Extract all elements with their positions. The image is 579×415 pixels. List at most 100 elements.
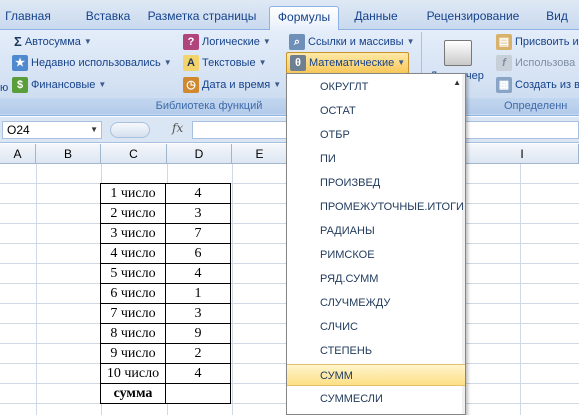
- assign-name-button[interactable]: ▤ Присвоить им: [496, 32, 579, 52]
- cell-label[interactable]: 7 число: [100, 303, 166, 324]
- menu-item-subtotal[interactable]: ПРОМЕЖУТОЧНЫЕ.ИТОГИ: [287, 196, 465, 218]
- name-box-value: O24: [7, 123, 30, 137]
- cell-label[interactable]: 3 число: [100, 223, 166, 244]
- logical-label: Логические: [202, 36, 260, 48]
- tab-review[interactable]: Рецензирование: [422, 6, 524, 30]
- use-in-formula-button[interactable]: f Использова: [496, 53, 575, 73]
- star-book-icon: ★: [12, 55, 28, 71]
- grid-line: [36, 164, 37, 415]
- tag-icon: ▤: [496, 34, 512, 50]
- theta-book-icon: θ: [290, 55, 306, 71]
- insert-function-cut-label: ю: [0, 82, 9, 94]
- cell-label[interactable]: 1 число: [100, 183, 166, 204]
- cell-value[interactable]: 4: [165, 263, 231, 284]
- cell-value[interactable]: 6: [165, 243, 231, 264]
- menu-item-power[interactable]: СТЕПЕНЬ: [287, 340, 465, 362]
- numbers-table: 1 число 4 2 число 3 3 число 7 4 число 6 5 чи…: [100, 183, 231, 404]
- tab-page-layout[interactable]: Разметка страницы: [142, 6, 262, 30]
- financial-button[interactable]: $ Финансовые ▼: [12, 75, 106, 95]
- total-value-cell[interactable]: [165, 383, 231, 404]
- cell-label[interactable]: 8 число: [100, 323, 166, 344]
- grid-icon: ▦: [496, 77, 512, 93]
- total-row: сумма: [100, 383, 231, 404]
- recently-used-button[interactable]: ★ Недавно использовались ▼: [12, 53, 172, 73]
- menu-item-otbr[interactable]: ОТБР: [287, 124, 465, 146]
- cell-value[interactable]: 4: [165, 183, 231, 204]
- clock-book-icon: ◷: [183, 77, 199, 93]
- financial-label: Финансовые: [31, 79, 96, 91]
- money-book-icon: $: [12, 77, 28, 93]
- cell-value[interactable]: 2: [165, 343, 231, 364]
- cell-value[interactable]: 4: [165, 363, 231, 384]
- autosum-label: Автосумма: [24, 36, 81, 48]
- menu-item-randbetween[interactable]: СЛУЧМЕЖДУ: [287, 292, 465, 314]
- chevron-down-icon: ▼: [406, 37, 415, 46]
- table-row: 1 число 4: [100, 183, 231, 204]
- chevron-down-icon[interactable]: ▼: [90, 122, 98, 138]
- menu-item-sumif[interactable]: СУММЕСЛИ: [287, 388, 465, 410]
- lookup-label: Ссылки и массивы: [308, 36, 404, 48]
- cell-label[interactable]: 9 число: [100, 343, 166, 364]
- math-button[interactable]: θ Математические ▼: [286, 52, 410, 74]
- magnifier-book-icon: ⌕: [289, 34, 305, 50]
- ribbon-tabbar: Главная Вставка Разметка страницы Формул…: [0, 0, 579, 31]
- column-header-i[interactable]: I: [466, 144, 579, 164]
- cell-value[interactable]: 3: [165, 203, 231, 224]
- create-from-label: Создать из в: [515, 79, 579, 91]
- tab-data[interactable]: Данные: [345, 6, 407, 30]
- create-from-selection-button[interactable]: ▦ Создать из в: [496, 75, 579, 95]
- sigma-icon: Σ: [14, 34, 22, 49]
- cell-value[interactable]: 7: [165, 223, 231, 244]
- menu-item-proizved[interactable]: ПРОИЗВЕД: [287, 172, 465, 194]
- tab-formulas[interactable]: Формулы: [269, 6, 339, 31]
- text-book-icon: A: [183, 55, 199, 71]
- expand-handle[interactable]: [110, 122, 150, 138]
- text-button[interactable]: A Текстовые ▼: [183, 53, 266, 73]
- tab-view[interactable]: Вид: [540, 6, 574, 30]
- cell-label[interactable]: 5 число: [100, 263, 166, 284]
- menu-item-rand[interactable]: СЛЧИС: [287, 316, 465, 338]
- column-header-c[interactable]: C: [101, 144, 167, 164]
- grid-line: [520, 164, 521, 415]
- tab-home[interactable]: Главная: [4, 6, 52, 30]
- menu-item-roman[interactable]: РИМСКОЕ: [287, 244, 465, 266]
- cell-label[interactable]: 6 число: [100, 283, 166, 304]
- column-header-a[interactable]: A: [0, 144, 36, 164]
- table-row: 5 число 4: [100, 263, 231, 284]
- math-functions-dropdown[interactable]: ▲ ОКРУГЛТ ОСТАТ ОТБР ПИ ПРОИЗВЕД ПРОМЕЖУ…: [286, 73, 466, 415]
- cell-label[interactable]: 2 число: [100, 203, 166, 224]
- insert-function-icon[interactable]: fx: [172, 121, 183, 135]
- menu-item-sum[interactable]: СУММ: [287, 364, 465, 386]
- datetime-button[interactable]: ◷ Дата и время ▼: [183, 75, 281, 95]
- lookup-button[interactable]: ⌕ Ссылки и массивы ▼: [289, 32, 414, 52]
- tab-insert[interactable]: Вставка: [78, 6, 138, 30]
- autosum-button[interactable]: Σ Автосумма ▼: [14, 32, 92, 52]
- chevron-down-icon: ▼: [98, 80, 107, 89]
- menu-item-seriessum[interactable]: РЯД.СУММ: [287, 268, 465, 290]
- chevron-down-icon: ▼: [258, 58, 267, 67]
- assign-name-label: Присвоить им: [515, 36, 579, 48]
- menu-item-ostat[interactable]: ОСТАТ: [287, 100, 465, 122]
- total-label-cell[interactable]: сумма: [100, 383, 166, 404]
- cell-label[interactable]: 4 число: [100, 243, 166, 264]
- cell-label[interactable]: 10 число: [100, 363, 166, 384]
- name-box[interactable]: O24 ▼: [2, 121, 102, 139]
- formula-bar-controls: fx: [106, 120, 192, 140]
- table-row: 8 число 9: [100, 323, 231, 344]
- name-manager-icon: [444, 40, 472, 66]
- column-header-b[interactable]: B: [36, 144, 101, 164]
- logical-book-icon: ?: [183, 34, 199, 50]
- chevron-down-icon: ▼: [83, 37, 92, 46]
- menu-item-pi[interactable]: ПИ: [287, 148, 465, 170]
- table-row: 10 число 4: [100, 363, 231, 384]
- column-header-d[interactable]: D: [167, 144, 232, 164]
- fx-icon: f: [496, 55, 512, 71]
- cell-value[interactable]: 9: [165, 323, 231, 344]
- chevron-down-icon: ▼: [397, 58, 406, 67]
- column-header-e[interactable]: E: [232, 144, 288, 164]
- cell-value[interactable]: 3: [165, 303, 231, 324]
- cell-value[interactable]: 1: [165, 283, 231, 304]
- menu-item-okruglt[interactable]: ОКРУГЛТ: [287, 76, 465, 98]
- menu-item-radians[interactable]: РАДИАНЫ: [287, 220, 465, 242]
- logical-button[interactable]: ? Логические ▼: [183, 32, 271, 52]
